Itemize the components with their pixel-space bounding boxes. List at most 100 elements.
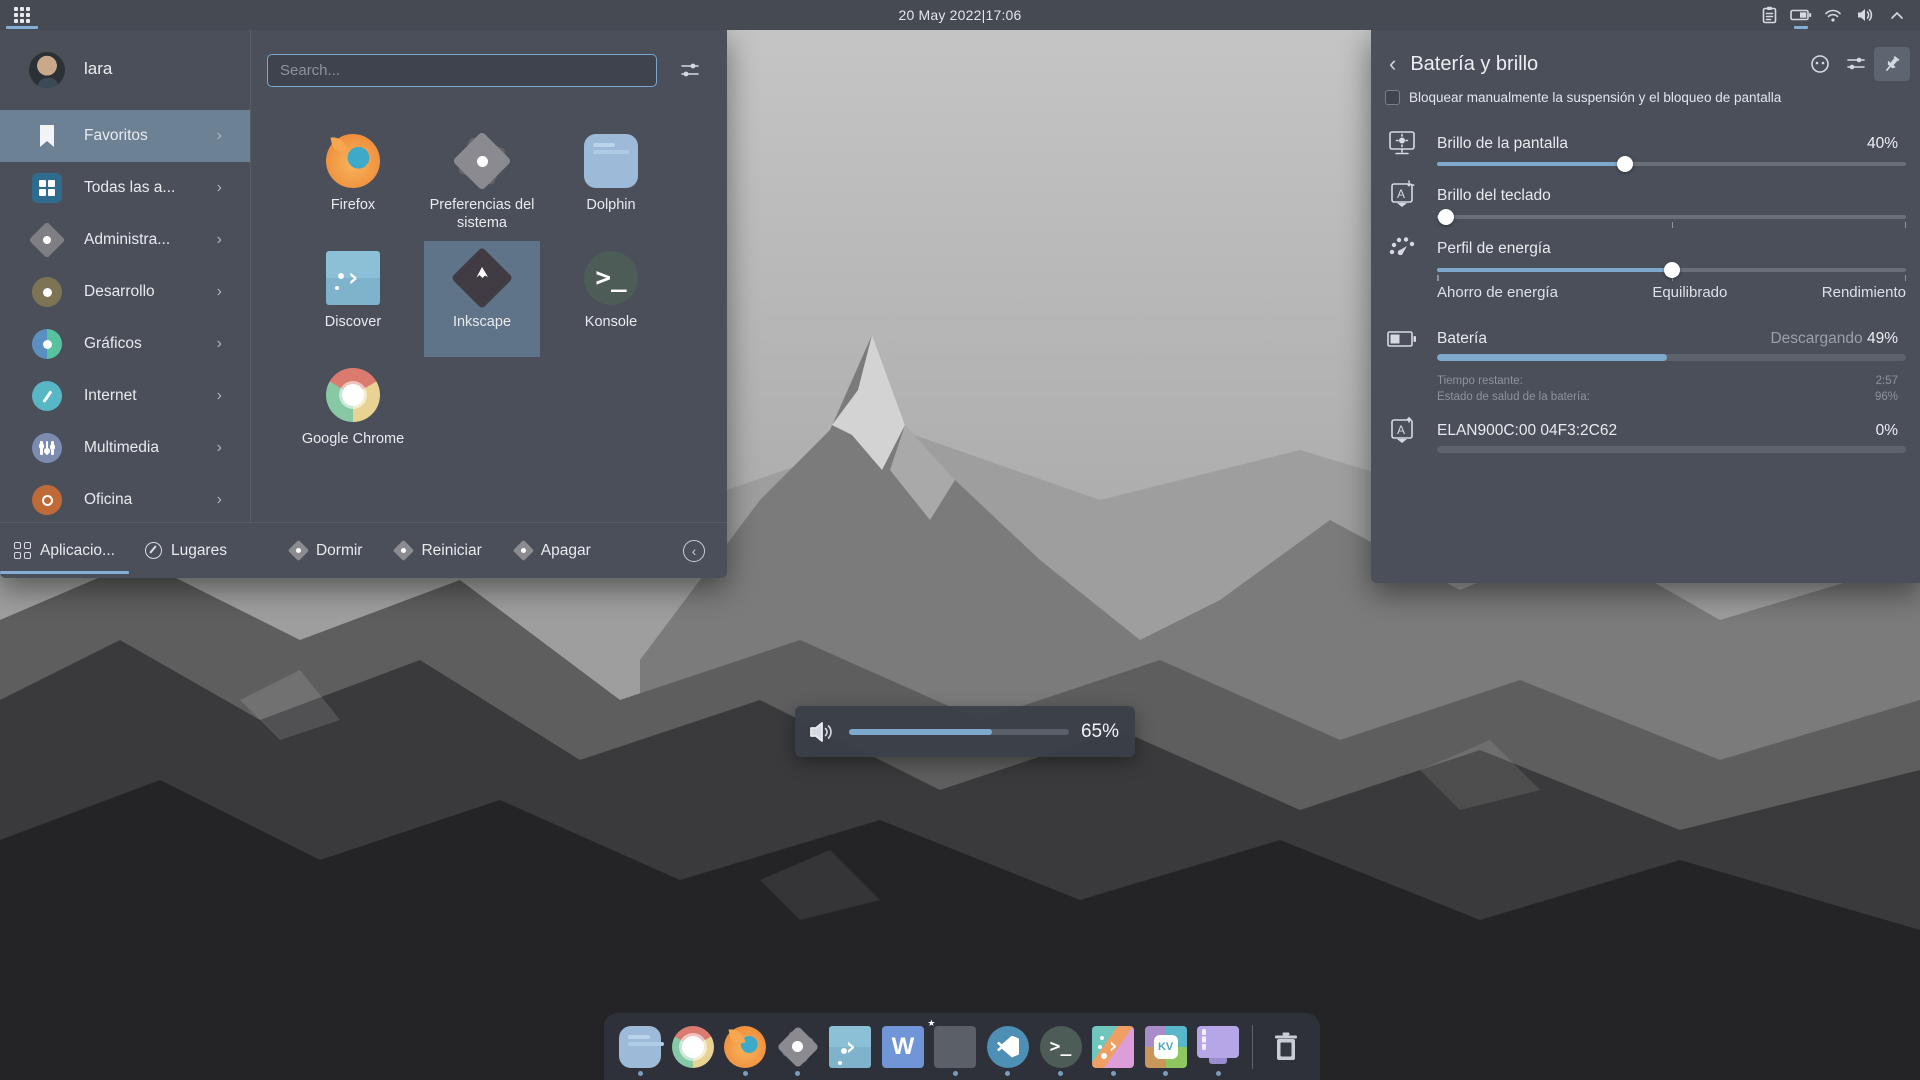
chevron-right-icon: › — [217, 231, 222, 249]
colorful-arrow-app-icon: › — [1092, 1026, 1134, 1068]
battery-detail-row: Tiempo restante: 2:57 — [1437, 375, 1898, 387]
configure-icon[interactable] — [1838, 47, 1874, 81]
dock-konsole[interactable]: >_ — [1034, 1018, 1087, 1076]
sidebar-item-todas-las-aplicaciones[interactable]: Todas las a... › — [0, 162, 250, 214]
app-preferencias-del-sistema[interactable]: Preferencias del sistema — [424, 124, 540, 240]
running-indicator — [1111, 1071, 1116, 1076]
peripheral-progress-bar — [1437, 446, 1906, 453]
shutdown-button[interactable]: Apagar — [516, 542, 591, 560]
all-apps-icon — [32, 173, 62, 203]
dock-chrome[interactable] — [667, 1018, 720, 1076]
graphics-icon — [32, 329, 62, 359]
expand-caret-icon[interactable] — [1884, 0, 1910, 30]
clock[interactable]: 20 May 2022|17:06 — [0, 7, 1920, 23]
tab-aplicaciones[interactable]: Aplicacio... — [0, 523, 129, 578]
chevron-right-icon: › — [217, 387, 222, 405]
slider-handle[interactable] — [1664, 262, 1680, 278]
battery-row-icon — [1385, 322, 1419, 356]
dock-firefox[interactable] — [719, 1018, 772, 1076]
pin-icon[interactable] — [1874, 47, 1910, 81]
volume-bar — [849, 729, 1069, 735]
collapse-session-icon[interactable]: ‹ — [683, 540, 705, 562]
dolphin-icon — [619, 1026, 661, 1068]
configure-filter-icon[interactable] — [680, 60, 700, 85]
spectacle-icon — [1197, 1026, 1239, 1068]
dock-dolphin[interactable] — [614, 1018, 667, 1076]
slider-handle[interactable] — [1438, 209, 1454, 225]
chevron-right-icon: › — [217, 335, 222, 353]
dock-kvantum[interactable]: KV — [1139, 1018, 1192, 1076]
battery-progress-bar — [1437, 354, 1906, 361]
discover-icon: › — [829, 1026, 871, 1068]
app-dolphin[interactable]: Dolphin — [553, 124, 669, 240]
dock-system-settings[interactable] — [772, 1018, 825, 1076]
screen-brightness-slider[interactable] — [1437, 156, 1906, 172]
dock-writer[interactable]: W — [877, 1018, 930, 1076]
block-suspend-row: Bloquear manualmente la suspensión y el … — [1385, 90, 1781, 105]
option-ahorro[interactable]: Ahorro de energía — [1437, 284, 1558, 301]
chevron-right-icon: › — [217, 127, 222, 145]
restart-button[interactable]: Reiniciar — [396, 542, 481, 560]
chevron-right-icon: › — [217, 491, 222, 509]
panel-title: Batería y brillo — [1410, 53, 1538, 76]
back-icon[interactable]: ‹ — [1389, 51, 1396, 77]
favorites-grid: Firefox Preferencias del sistema Dolphin… — [251, 110, 727, 522]
gwenview-icon — [934, 1026, 976, 1068]
applications-tab-icon — [14, 542, 31, 559]
power-profile-slider[interactable] — [1437, 262, 1906, 278]
clipboard-icon[interactable] — [1756, 0, 1782, 30]
dock-kolorful-app[interactable]: › — [1087, 1018, 1140, 1076]
running-indicator — [1005, 1071, 1010, 1076]
sidebar-item-multimedia[interactable]: Multimedia › — [0, 422, 250, 474]
sidebar-item-favoritos[interactable]: Favoritos › — [0, 110, 250, 162]
block-suspend-checkbox[interactable] — [1385, 90, 1400, 105]
user-avatar[interactable] — [28, 51, 66, 89]
konsole-icon: >_ — [584, 251, 638, 305]
power-profile-icon — [1385, 230, 1419, 264]
shutdown-icon — [513, 540, 534, 561]
dock-vscode[interactable] — [982, 1018, 1035, 1076]
kv-app-icon: KV — [1145, 1026, 1187, 1068]
battery-icon[interactable] — [1788, 0, 1814, 30]
session-buttons: Dormir Reiniciar Apagar — [291, 542, 591, 560]
vscode-icon — [987, 1026, 1029, 1068]
slider-handle[interactable] — [1617, 156, 1633, 172]
dock-spectacle[interactable] — [1192, 1018, 1245, 1076]
sidebar-item-graficos[interactable]: Gráficos › — [0, 318, 250, 370]
option-equilibrado[interactable]: Equilibrado — [1652, 284, 1727, 301]
chevron-right-icon: › — [217, 439, 222, 457]
dock-discover[interactable]: › — [824, 1018, 877, 1076]
multimedia-icon — [32, 433, 62, 463]
app-google-chrome[interactable]: Google Chrome — [295, 358, 411, 474]
app-discover[interactable]: › Discover — [295, 241, 411, 357]
sidebar-item-desarrollo[interactable]: Desarrollo › — [0, 266, 250, 318]
battery-status-value: Descargando 49% — [1770, 330, 1898, 348]
dock-trash[interactable] — [1261, 1018, 1310, 1076]
app-firefox[interactable]: Firefox — [295, 124, 411, 240]
firefox-icon — [724, 1026, 766, 1068]
keyboard-brightness-slider[interactable] — [1437, 209, 1906, 225]
running-indicator — [1058, 1071, 1063, 1076]
inkscape-icon — [455, 251, 509, 305]
svg-text:A: A — [1397, 187, 1405, 201]
status-overview-icon[interactable] — [1802, 47, 1838, 81]
sidebar-item-internet[interactable]: Internet › — [0, 370, 250, 422]
tab-lugares[interactable]: Lugares — [129, 523, 243, 578]
sidebar-item-oficina[interactable]: Oficina › — [0, 474, 250, 522]
option-rendimiento[interactable]: Rendimiento — [1822, 284, 1906, 301]
chrome-icon — [672, 1026, 714, 1068]
sleep-button[interactable]: Dormir — [291, 542, 363, 560]
battery-brightness-panel: ‹ Batería y brillo Bloquear manualmente … — [1371, 30, 1920, 583]
chevron-right-icon: › — [217, 179, 222, 197]
wifi-icon[interactable] — [1820, 0, 1846, 30]
sidebar-item-administracion[interactable]: Administra... › — [0, 214, 250, 266]
system-tray — [1756, 0, 1920, 30]
dock-gwenview[interactable] — [929, 1018, 982, 1076]
app-konsole[interactable]: >_ Konsole — [553, 241, 669, 357]
app-inkscape[interactable]: Inkscape — [424, 241, 540, 357]
launcher-sidebar: Favoritos › Todas las a... › Administra.… — [0, 110, 250, 522]
volume-icon[interactable] — [1852, 0, 1878, 30]
firefox-icon — [326, 134, 380, 188]
search-input[interactable] — [267, 54, 657, 87]
discover-icon: › — [326, 251, 380, 305]
